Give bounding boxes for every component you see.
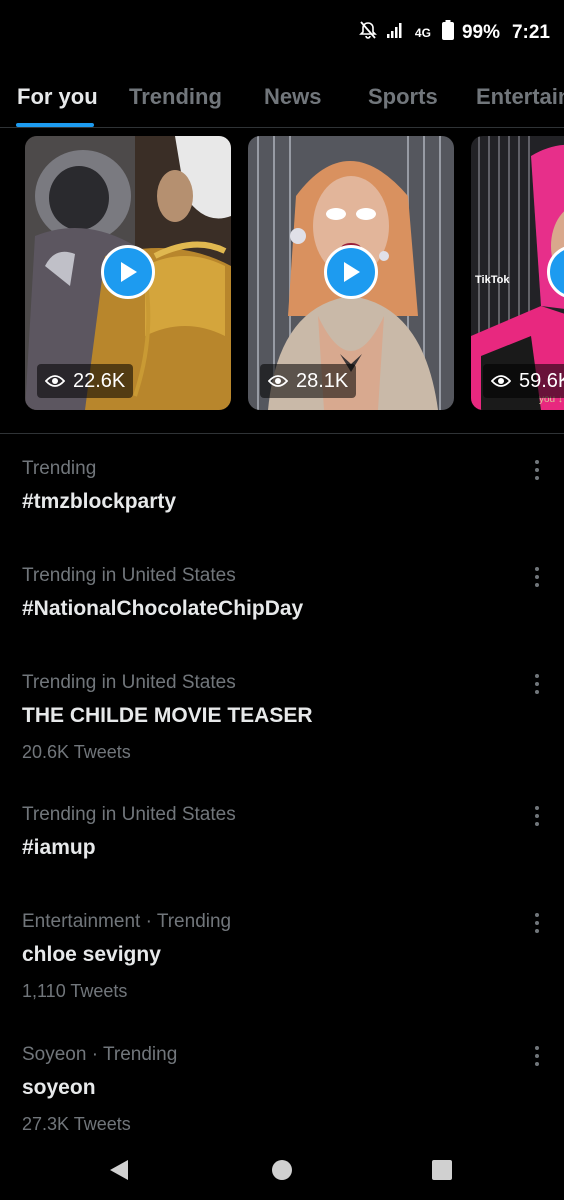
battery-percent: 99% [461, 21, 500, 43]
trend-name: THE CHILDE MOVIE TEASER [22, 704, 313, 727]
trend-item[interactable]: Trending in United States #NationalChoco… [0, 565, 564, 665]
section-divider [0, 433, 564, 434]
eye-icon [45, 375, 65, 387]
view-count-badge: 59.6K [483, 364, 564, 398]
trend-name: soyeon [22, 1076, 96, 1099]
trend-name: #iamup [22, 836, 96, 859]
signal-icon [386, 21, 404, 44]
video-card[interactable]: 28.1K [248, 136, 454, 410]
tab-sports[interactable]: Sports [368, 84, 438, 110]
recents-icon[interactable] [422, 1152, 462, 1188]
tab-for-you[interactable]: For you [17, 84, 98, 110]
trend-context: Entertainment · Trending [22, 911, 232, 932]
tab-entertainment[interactable]: Entertainment [476, 84, 564, 110]
eye-icon [491, 375, 511, 387]
more-options-icon[interactable] [530, 565, 544, 589]
trend-item[interactable]: Trending #tmzblockparty [0, 458, 564, 558]
tiktok-watermark: TikTok [475, 274, 510, 286]
view-count: 59.6K [519, 369, 564, 392]
trend-name: #tmzblockparty [22, 490, 177, 513]
tab-news[interactable]: News [264, 84, 321, 110]
trend-item[interactable]: Entertainment · Trending chloe sevigny 1… [0, 911, 564, 1031]
play-button[interactable] [101, 245, 155, 299]
view-count: 22.6K [73, 369, 126, 392]
video-card[interactable]: TikTok you ↓ 59.6K [471, 136, 564, 410]
back-icon[interactable] [99, 1152, 139, 1188]
trend-tweet-count: 27.3K Tweets [22, 1114, 131, 1134]
active-tab-indicator [16, 123, 94, 127]
trend-tweet-count: 1,110 Tweets [22, 981, 128, 1001]
more-options-icon[interactable] [530, 672, 544, 696]
trend-name: #NationalChocolateChipDay [22, 597, 304, 620]
view-count: 28.1K [296, 369, 349, 392]
more-options-icon[interactable] [530, 458, 544, 482]
more-options-icon[interactable] [530, 804, 544, 828]
play-icon [121, 262, 137, 282]
network-type: 4G [414, 25, 431, 40]
trend-context: Trending in United States [22, 804, 236, 825]
trend-context: Trending [22, 458, 97, 479]
trend-context: Soyeon · Trending [22, 1044, 178, 1065]
mute-bell-icon [358, 20, 378, 45]
video-carousel[interactable]: 22.6K 28.1K TikTok you ↓ 59.6 [0, 136, 564, 412]
status-icons: 4G 99% 7:21 [358, 20, 550, 45]
explore-tabs: For you Trending News Sports Entertainme… [0, 72, 564, 128]
trend-item[interactable]: Trending in United States THE CHILDE MOV… [0, 672, 564, 792]
trend-context: Trending in United States [22, 672, 236, 693]
trend-name: chloe sevigny [22, 943, 161, 966]
view-count-badge: 22.6K [37, 364, 134, 398]
system-nav-bar [0, 1136, 564, 1200]
trend-context: Trending in United States [22, 565, 236, 586]
eye-icon [268, 375, 288, 387]
view-count-badge: 28.1K [260, 364, 357, 398]
video-card[interactable]: 22.6K [25, 136, 231, 410]
more-options-icon[interactable] [530, 1044, 544, 1068]
trend-tweet-count: 20.6K Tweets [22, 742, 131, 762]
play-icon [344, 262, 360, 282]
more-options-icon[interactable] [530, 911, 544, 935]
clock: 7:21 [511, 21, 550, 43]
tab-trending[interactable]: Trending [129, 84, 222, 110]
home-icon[interactable] [262, 1152, 302, 1188]
status-bar: 4G 99% 7:21 [0, 0, 564, 64]
battery-icon [441, 20, 454, 45]
trend-item[interactable]: Trending in United States #iamup [0, 804, 564, 904]
play-button[interactable] [324, 245, 378, 299]
